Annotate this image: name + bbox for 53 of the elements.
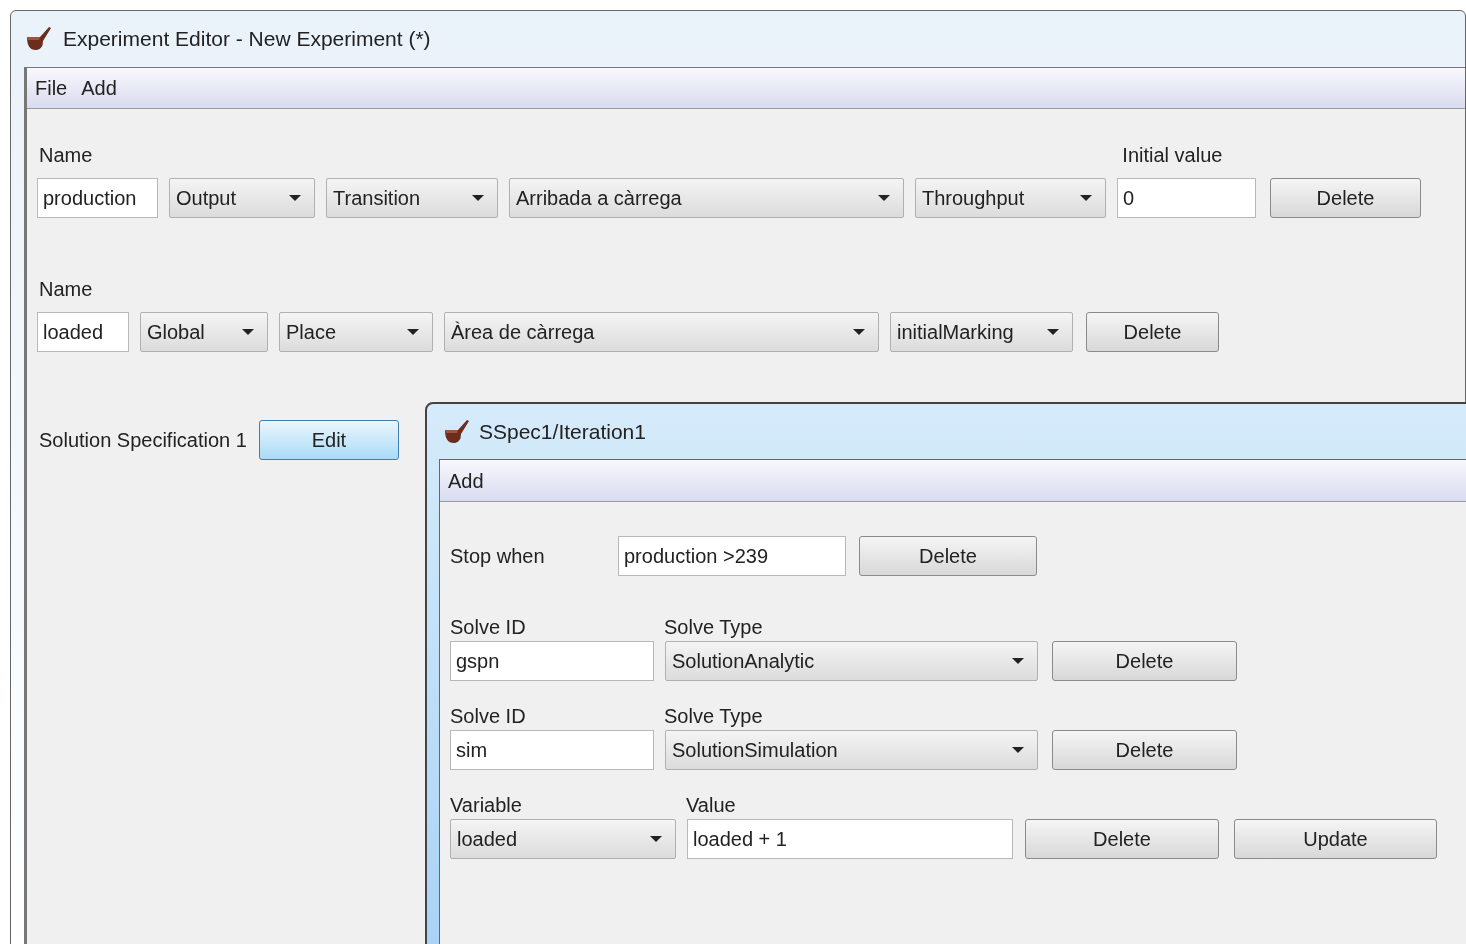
input-field[interactable]: production >239 <box>618 536 846 576</box>
dropdown-arrow-icon <box>1011 657 1025 665</box>
edit-button[interactable]: Edit <box>258 420 399 460</box>
update-button[interactable]: Update <box>1234 819 1437 859</box>
menu-item[interactable]: File <box>35 73 68 103</box>
combo-box[interactable]: Arribada a càrrega <box>509 178 904 218</box>
field-label: Solve Type <box>664 615 763 640</box>
dropdown-arrow-icon <box>852 328 866 336</box>
delete-button[interactable]: Delete <box>1052 641 1237 681</box>
dropdown-arrow-icon <box>1011 746 1025 754</box>
combo-box[interactable]: Throughput <box>915 178 1106 218</box>
dropdown-arrow-icon <box>1046 328 1060 336</box>
combo-box[interactable]: initialMarking <box>890 312 1073 352</box>
combo-box[interactable]: Output <box>169 178 315 218</box>
input-field[interactable]: gspn <box>450 641 654 681</box>
field-label: Value <box>686 793 736 818</box>
dropdown-arrow-icon <box>241 328 255 336</box>
combo-box[interactable]: loaded <box>450 819 676 859</box>
field-label: Stop when <box>450 544 546 569</box>
solution-label: Solution Specification 1 <box>39 428 247 453</box>
combo-box[interactable]: Àrea de càrrega <box>444 312 879 352</box>
dropdown-arrow-icon <box>649 835 663 843</box>
window-title: Experiment Editor - New Experiment (*) <box>63 26 431 53</box>
field-label: Name <box>39 277 93 302</box>
delete-button[interactable]: Delete <box>1270 178 1421 218</box>
dropdown-arrow-icon <box>877 194 891 202</box>
combo-box[interactable]: Transition <box>326 178 498 218</box>
input-field[interactable]: sim <box>450 730 654 770</box>
input-field[interactable]: loaded <box>37 312 129 352</box>
menu-item[interactable]: Add <box>81 73 117 103</box>
field-label: Solve Type <box>664 704 763 729</box>
field-label: Initial value <box>1122 143 1223 168</box>
input-field[interactable]: production <box>37 178 158 218</box>
combo-box[interactable]: SolutionAnalytic <box>665 641 1038 681</box>
menu-item[interactable]: Add <box>448 465 484 496</box>
combo-box[interactable]: Place <box>279 312 433 352</box>
field-label: Solve ID <box>450 704 527 729</box>
window-title: SSpec1/Iteration1 <box>479 418 646 445</box>
field-label: Variable <box>450 793 523 818</box>
field-label: Solve ID <box>450 615 527 640</box>
delete-button[interactable]: Delete <box>1025 819 1219 859</box>
dropdown-arrow-icon <box>1079 194 1093 202</box>
delete-button[interactable]: Delete <box>859 536 1037 576</box>
delete-button[interactable]: Delete <box>1052 730 1237 770</box>
dropdown-arrow-icon <box>406 328 420 336</box>
combo-box[interactable]: SolutionSimulation <box>665 730 1038 770</box>
input-field[interactable]: 0 <box>1117 178 1256 218</box>
combo-box[interactable]: Global <box>140 312 268 352</box>
dropdown-arrow-icon <box>471 194 485 202</box>
delete-button[interactable]: Delete <box>1086 312 1219 352</box>
input-field[interactable]: loaded + 1 <box>687 819 1013 859</box>
dropdown-arrow-icon <box>288 194 302 202</box>
field-label: Name <box>39 143 93 168</box>
